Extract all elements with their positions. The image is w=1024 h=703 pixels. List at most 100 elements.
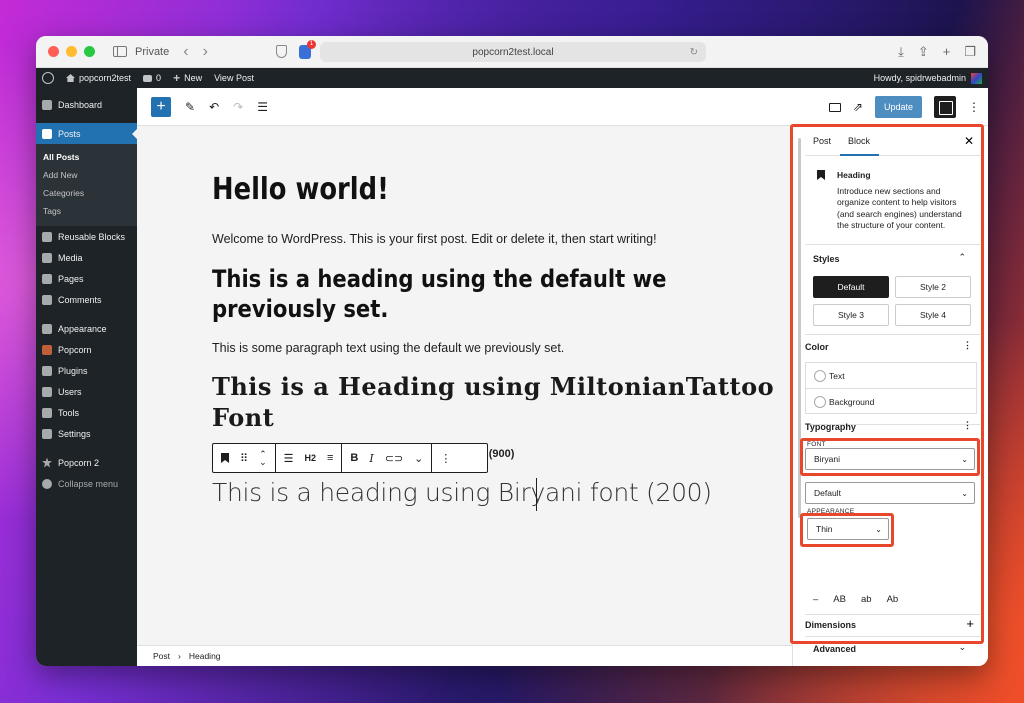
- bookmark-icon[interactable]: [221, 453, 229, 463]
- view-post-external-icon[interactable]: ⇗: [853, 100, 863, 114]
- wordpress-logo-icon[interactable]: [42, 72, 54, 84]
- back-arrow-icon[interactable]: ‹: [183, 43, 188, 61]
- sidebar-item-label: Comments: [58, 294, 102, 305]
- url-bar[interactable]: popcorn2test.local ↻: [320, 42, 706, 62]
- more-options-icon[interactable]: ⋮: [968, 100, 980, 114]
- browser-toolbar: Private ‹ › 1 popcorn2test.local ↻ ⤓ ⇪ +…: [36, 36, 988, 68]
- sidebar-item-media[interactable]: Media: [36, 247, 137, 268]
- submenu-add-new[interactable]: Add New: [36, 166, 137, 184]
- paragraph-block[interactable]: Welcome to WordPress. This is your first…: [212, 232, 657, 246]
- sidebar-item-label: Settings: [58, 428, 91, 439]
- tabs-overview-icon[interactable]: ❐: [964, 44, 976, 60]
- share-icon[interactable]: ⇪: [918, 44, 929, 60]
- submenu-all-posts[interactable]: All Posts: [36, 148, 137, 166]
- url-text: popcorn2test.local: [472, 46, 554, 58]
- settings-panel-toggle[interactable]: [934, 96, 956, 118]
- post-title[interactable]: Hello world!: [212, 172, 389, 207]
- collapse-menu-button[interactable]: Collapse menu: [36, 473, 137, 494]
- sidebar-item-dashboard[interactable]: Dashboard: [36, 94, 137, 115]
- new-label: New: [184, 73, 203, 83]
- view-post-link[interactable]: View Post: [214, 73, 254, 83]
- editor-header: + ✎ ↶ ↷ ☰ ⇗ Update ⋮: [137, 88, 988, 126]
- sidebar-item-label: Posts: [58, 128, 81, 139]
- bold-icon[interactable]: B: [350, 452, 358, 464]
- admin-sidebar: Dashboard Posts All Posts Add New Catego…: [36, 88, 138, 666]
- sidebar-item-tools[interactable]: Tools: [36, 402, 137, 423]
- sidebar-item-posts[interactable]: Posts: [36, 123, 138, 144]
- greeting: Howdy, spidrwebadmin: [873, 73, 966, 83]
- block-inserter-button[interactable]: +: [151, 96, 171, 117]
- submenu-categories[interactable]: Categories: [36, 184, 137, 202]
- sidebar-item-reusable-blocks[interactable]: Reusable Blocks: [36, 226, 137, 247]
- private-label: Private: [135, 45, 170, 58]
- extension-badge: 1: [307, 40, 316, 49]
- undo-icon[interactable]: ↶: [209, 100, 219, 114]
- sidebar-item-label: Plugins: [58, 365, 88, 376]
- sidebar-item-label: Popcorn 2: [58, 457, 100, 468]
- italic-icon[interactable]: I: [369, 452, 373, 465]
- plus-icon: +: [173, 71, 181, 85]
- editor-canvas: Hello world! Welcome to WordPress. This …: [137, 126, 792, 645]
- media-icon: [42, 252, 52, 263]
- sidebar-item-label: Pages: [58, 273, 84, 284]
- new-tab-icon[interactable]: +: [943, 44, 951, 60]
- users-icon: [42, 386, 52, 397]
- tools-icon: [42, 407, 52, 418]
- minimize-window-button[interactable]: [66, 46, 77, 57]
- sidebar-item-settings[interactable]: Settings: [36, 423, 137, 444]
- close-window-button[interactable]: [48, 46, 59, 57]
- heading-block-miltonian[interactable]: This is a Heading using MiltonianTattoo …: [212, 371, 792, 433]
- sidebar-item-appearance[interactable]: Appearance: [36, 318, 137, 339]
- star-icon: [42, 457, 52, 468]
- sidebar-item-plugins[interactable]: Plugins: [36, 360, 137, 381]
- heading-level-button[interactable]: H2: [304, 453, 316, 463]
- submenu-tags[interactable]: Tags: [36, 202, 137, 220]
- advanced-section-title[interactable]: Advanced: [813, 644, 856, 654]
- redo-icon[interactable]: ↷: [233, 100, 243, 114]
- account-menu[interactable]: Howdy, spidrwebadmin: [873, 72, 982, 84]
- text-align-icon[interactable]: ≡: [327, 452, 333, 464]
- reload-icon[interactable]: ↻: [690, 47, 698, 58]
- sidebar-toggle-icon[interactable]: [113, 46, 127, 57]
- chevron-down-icon[interactable]: ⌄: [414, 452, 423, 465]
- sidebar-item-label: Tools: [58, 407, 80, 418]
- update-button[interactable]: Update: [874, 96, 922, 118]
- breadcrumb-heading[interactable]: Heading: [189, 651, 221, 661]
- sidebar-item-label: Collapse menu: [58, 478, 119, 489]
- sidebar-item-popcorn[interactable]: Popcorn: [36, 339, 137, 360]
- edit-tool-icon[interactable]: ✎: [185, 100, 195, 114]
- comments-count: 0: [156, 73, 162, 83]
- sidebar-item-popcorn-2[interactable]: Popcorn 2: [36, 452, 137, 473]
- list-view-icon[interactable]: ☰: [257, 100, 268, 114]
- preview-icon[interactable]: [828, 102, 841, 112]
- new-content-link[interactable]: + New: [173, 71, 202, 85]
- appearance-icon: [42, 323, 52, 334]
- home-icon: [66, 74, 75, 82]
- paragraph-block[interactable]: This is some paragraph text using the de…: [212, 341, 564, 355]
- block-options-icon[interactable]: ⋮: [440, 452, 451, 465]
- align-icon[interactable]: ☰: [284, 452, 294, 465]
- heading-block-biryani[interactable]: This is a heading using Biryani font (20…: [212, 478, 712, 507]
- sidebar-item-comments[interactable]: Comments: [36, 289, 137, 310]
- site-name-link[interactable]: popcorn2test: [66, 73, 131, 83]
- window-controls: [48, 46, 95, 57]
- breadcrumb-post[interactable]: Post: [153, 651, 170, 661]
- comments-icon: [42, 294, 52, 305]
- comments-link[interactable]: 0: [143, 73, 161, 83]
- sidebar-item-users[interactable]: Users: [36, 381, 137, 402]
- heading-block-default[interactable]: This is a heading using the default we p…: [212, 264, 705, 324]
- site-name: popcorn2test: [79, 73, 132, 83]
- panel-highlight: [790, 124, 984, 644]
- zoom-window-button[interactable]: [84, 46, 95, 57]
- collapse-icon: [42, 478, 52, 489]
- forward-arrow-icon[interactable]: ›: [203, 43, 208, 61]
- pages-icon: [42, 273, 52, 284]
- sidebar-item-pages[interactable]: Pages: [36, 268, 137, 289]
- drag-handle-icon[interactable]: ⠿: [240, 452, 248, 465]
- pin-icon: [42, 128, 52, 139]
- link-icon[interactable]: ⊂⊃: [385, 452, 403, 465]
- plugins-icon: [42, 365, 52, 376]
- shield-icon[interactable]: [276, 45, 287, 58]
- move-up-down-icon[interactable]: ⌃ ⌄: [259, 450, 267, 467]
- download-icon[interactable]: ⤓: [898, 44, 904, 60]
